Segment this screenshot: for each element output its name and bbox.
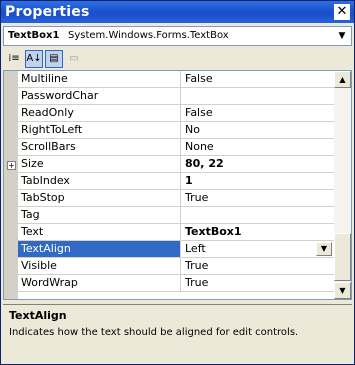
property-row-visible[interactable]: Visible True (18, 258, 334, 275)
property-name: Visible (18, 258, 181, 274)
expand-size-icon[interactable]: + (7, 161, 16, 170)
properties-icon[interactable]: ▤ (45, 50, 63, 68)
chevron-down-icon[interactable]: ▼ (335, 29, 349, 43)
scroll-down-icon[interactable]: ▼ (334, 282, 351, 299)
property-row-tabindex[interactable]: TabIndex 1 (18, 173, 334, 190)
property-value[interactable]: True (182, 190, 332, 206)
property-pages-icon[interactable]: ▭ (65, 50, 83, 68)
dropdown-arrow-icon[interactable]: ▼ (316, 242, 332, 256)
property-value[interactable]: Left (182, 241, 332, 257)
property-value[interactable] (182, 88, 332, 104)
property-value[interactable]: 80, 22 (182, 156, 332, 172)
property-row-righttoleft[interactable]: RightToLeft No (18, 122, 334, 139)
properties-toolbar: ⁞≡ A↓ ▤ ▭ (3, 49, 352, 69)
property-name: TabIndex (18, 173, 181, 189)
property-row-size[interactable]: Size 80, 22 (18, 156, 334, 173)
property-row-scrollbars[interactable]: ScrollBars None (18, 139, 334, 156)
property-row-wordwrap[interactable]: WordWrap True (18, 275, 334, 292)
property-name: ScrollBars (18, 139, 181, 155)
property-grid: + Multiline False PasswordChar ReadOnly … (3, 70, 352, 300)
window-title: Properties (5, 4, 90, 20)
property-name: ReadOnly (18, 105, 181, 121)
property-name: TextAlign (18, 241, 181, 257)
property-name: RightToLeft (18, 122, 181, 138)
property-row-multiline[interactable]: Multiline False (18, 71, 334, 88)
alphabetical-icon[interactable]: A↓ (25, 50, 43, 68)
property-name: Text (18, 224, 181, 240)
description-text: Indicates how the text should be aligned… (9, 327, 299, 338)
categorized-icon[interactable]: ⁞≡ (5, 50, 23, 68)
property-row-textalign[interactable]: TextAlign Left ▼ (18, 241, 334, 258)
property-name: Multiline (18, 71, 181, 87)
property-name: Size (18, 156, 181, 172)
property-row-tabstop[interactable]: TabStop True (18, 190, 334, 207)
property-value[interactable] (182, 207, 332, 223)
object-type: System.Windows.Forms.TextBox (68, 30, 229, 41)
property-row-passwordchar[interactable]: PasswordChar (18, 88, 334, 105)
property-value[interactable]: 1 (182, 173, 332, 189)
property-row-tag[interactable]: Tag (18, 207, 334, 224)
properties-window: Properties ✕ TextBox1 System.Windows.For… (0, 0, 355, 365)
property-value[interactable]: No (182, 122, 332, 138)
scroll-up-icon[interactable]: ▲ (334, 71, 351, 88)
property-row-readonly[interactable]: ReadOnly False (18, 105, 334, 122)
property-value[interactable]: TextBox1 (182, 224, 332, 240)
property-name: PasswordChar (18, 88, 181, 104)
property-name: WordWrap (18, 275, 181, 291)
property-name: TabStop (18, 190, 181, 206)
close-icon[interactable]: ✕ (334, 4, 350, 20)
property-name: Tag (18, 207, 181, 223)
object-name: TextBox1 (8, 30, 60, 41)
description-title: TextAlign (9, 309, 67, 322)
description-pane: TextAlign Indicates how the text should … (3, 304, 352, 362)
property-value[interactable]: None (182, 139, 332, 155)
property-value[interactable]: True (182, 275, 332, 291)
grid-gutter (4, 71, 18, 299)
vertical-scrollbar[interactable]: ▲ ▼ (334, 71, 351, 299)
scroll-thumb[interactable] (334, 233, 351, 281)
property-value[interactable]: True (182, 258, 332, 274)
property-row-text[interactable]: Text TextBox1 (18, 224, 334, 241)
object-selector[interactable]: TextBox1 System.Windows.Forms.TextBox ▼ (3, 26, 352, 46)
title-bar[interactable]: Properties ✕ (1, 1, 354, 23)
property-value[interactable]: False (182, 71, 332, 87)
property-value[interactable]: False (182, 105, 332, 121)
